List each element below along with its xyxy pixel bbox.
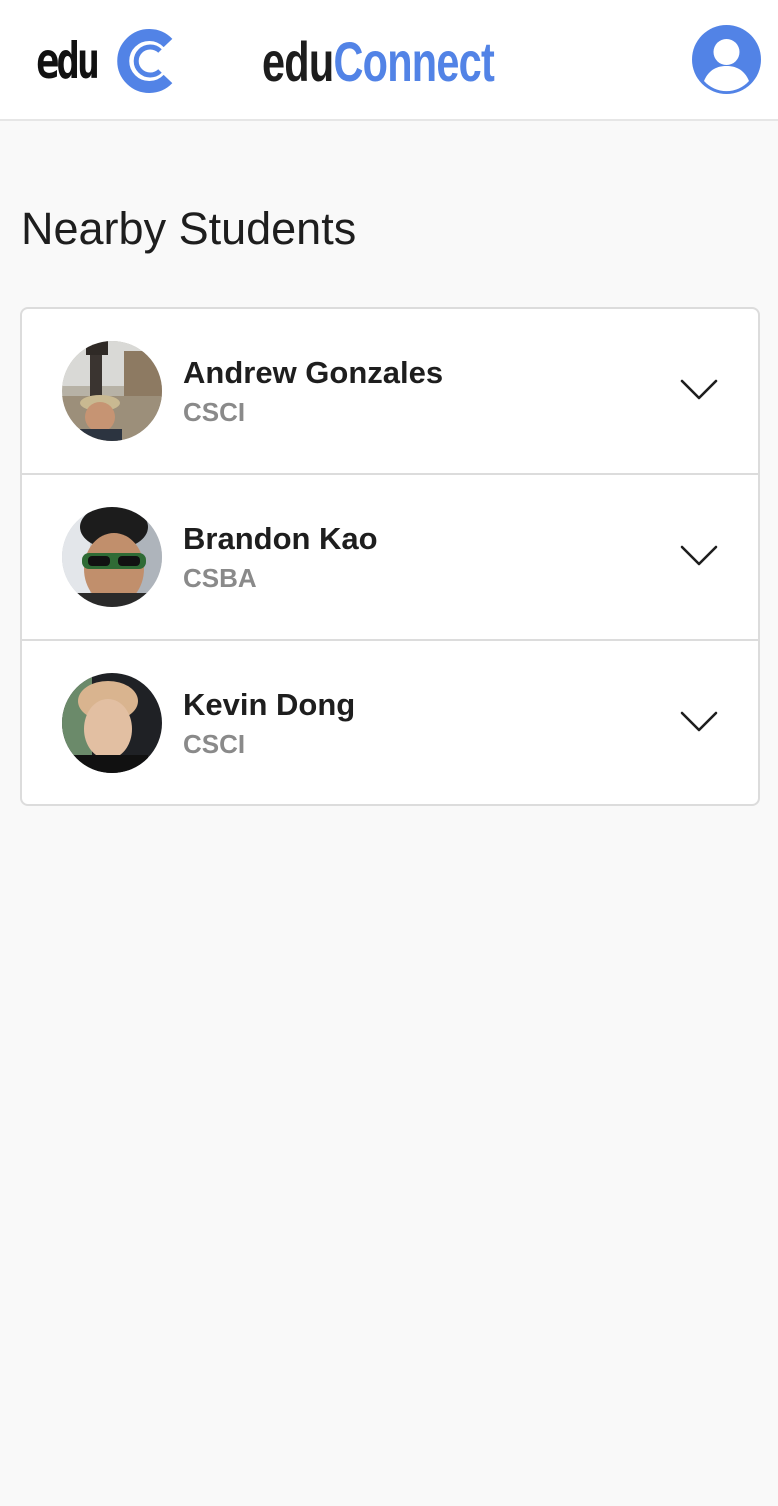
student-card[interactable]: Kevin Dong CSCI [22,641,758,804]
student-major: CSBA [183,563,257,593]
student-card[interactable]: Andrew Gonzales CSCI [22,309,758,475]
avatar [62,341,162,441]
student-name: Kevin Dong [183,687,356,722]
chevron-down-icon[interactable] [680,377,718,403]
chevron-down-icon[interactable] [680,709,718,735]
logo-text: edu [36,32,100,90]
student-major: CSCI [183,729,246,759]
brand-title-edu: edu [262,30,334,93]
profile-button[interactable] [692,25,761,94]
app-header: edu eduConnect [0,0,778,121]
user-circle-icon [692,25,761,94]
brand-title-connect: Connect [333,30,495,93]
page-title: Nearby Students [21,203,357,254]
student-card[interactable]: Brandon Kao CSBA [22,475,758,641]
student-name: Brandon Kao [183,521,378,556]
student-major: CSCI [183,397,246,427]
brand-title: eduConnect [262,30,495,94]
chevron-down-icon[interactable] [680,543,718,569]
nearby-students-list: Andrew Gonzales CSCI Brandon Kao CSBA Ke… [20,307,760,806]
avatar [62,507,162,607]
app-logo[interactable]: edu [36,26,173,96]
avatar [62,673,162,773]
logo-c-icon [117,29,173,93]
student-name: Andrew Gonzales [183,355,444,390]
